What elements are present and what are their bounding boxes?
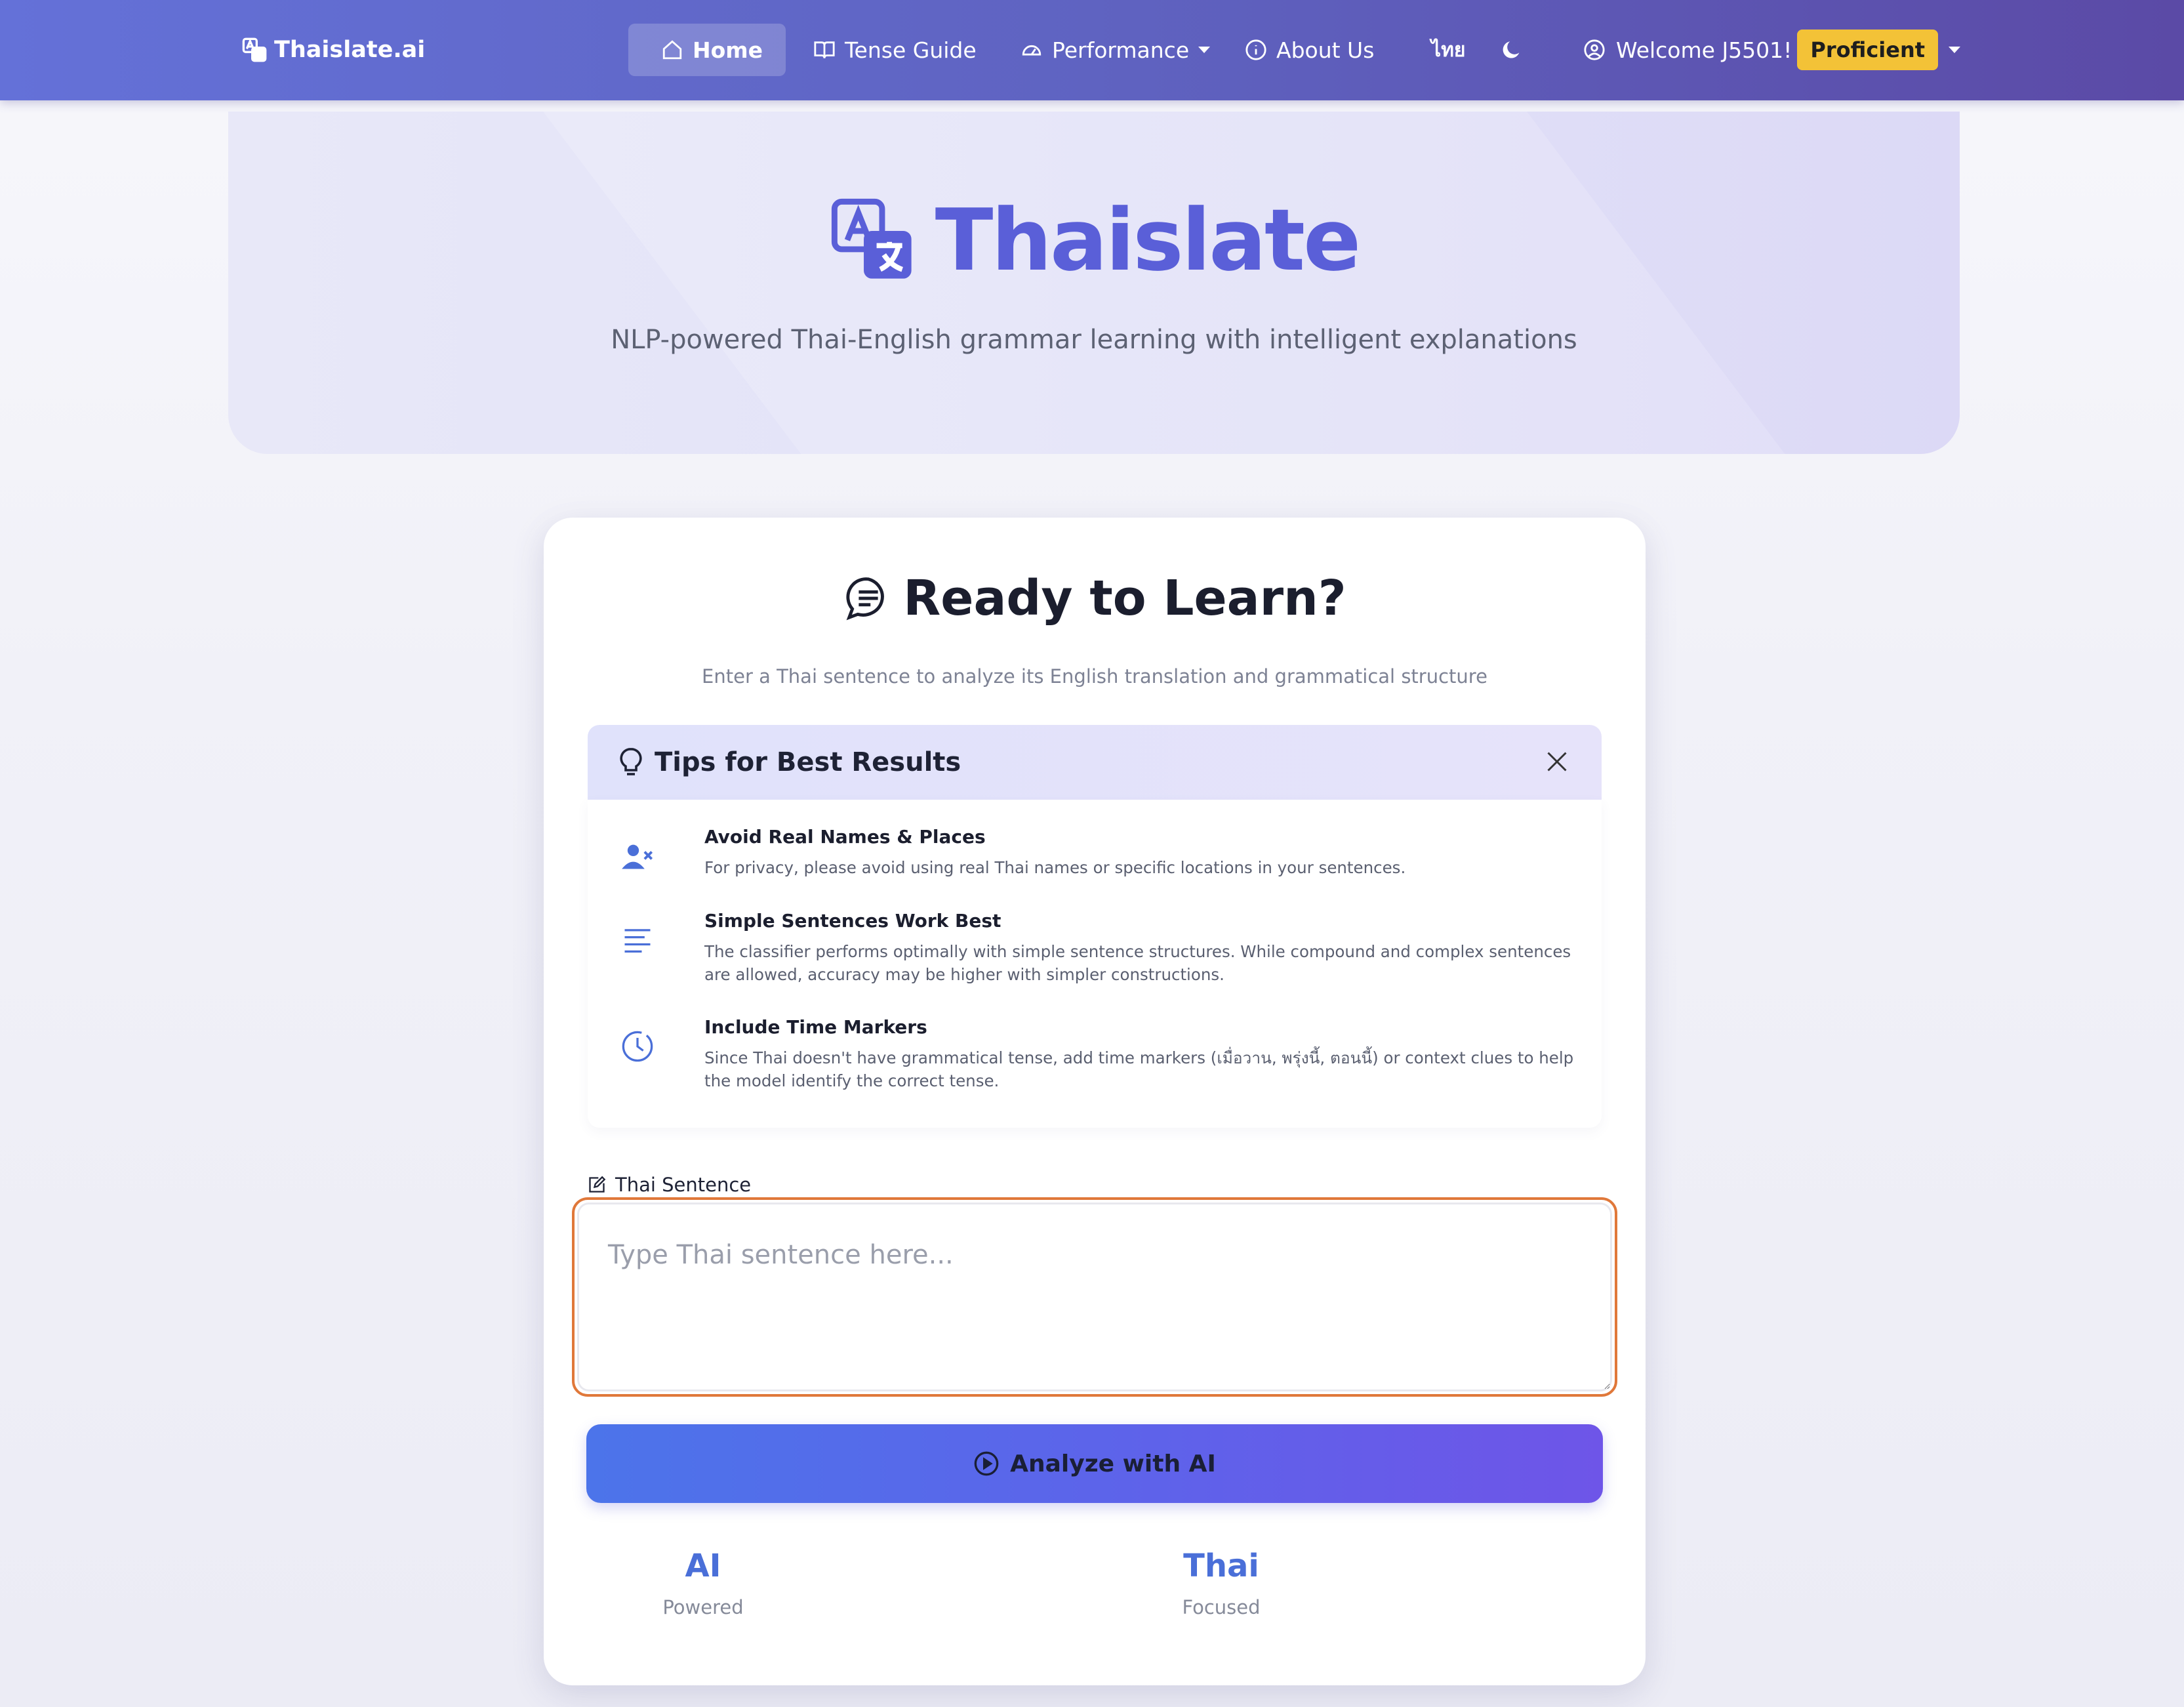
learn-card: Ready to Learn? Enter a Thai sentence to… <box>544 518 1646 1685</box>
tips-header: Tips for Best Results <box>588 725 1602 800</box>
tip-title: Avoid Real Names & Places <box>704 826 986 848</box>
nav-performance[interactable]: Performance <box>1021 24 1211 76</box>
stat-thai-focused: Thai Focused <box>1090 1548 1352 1618</box>
hero-banner: Thaislate NLP-powered Thai-English gramm… <box>228 112 1960 454</box>
brand-name: Thaislate.ai <box>274 37 426 63</box>
info-icon <box>1245 39 1266 60</box>
edit-icon <box>589 1176 606 1193</box>
nav-tense-guide[interactable]: Tense Guide <box>813 24 977 76</box>
stat-caption: Focused <box>1182 1596 1261 1618</box>
nav-performance-label: Performance <box>1052 37 1190 63</box>
card-title-row: Ready to Learn? <box>544 570 1646 627</box>
lightbulb-icon <box>620 748 642 775</box>
hero-title-row: Thaislate <box>228 190 1960 290</box>
language-toggle[interactable]: ไทย <box>1431 24 1465 76</box>
clock-icon <box>622 1031 653 1062</box>
book-icon <box>814 41 835 58</box>
translate-icon <box>242 37 267 62</box>
stat-ai-powered: AI Powered <box>572 1548 834 1618</box>
stat-caption: Powered <box>662 1596 744 1618</box>
close-icon[interactable] <box>1545 750 1569 773</box>
translate-logo-icon <box>831 198 912 279</box>
thai-sentence-input[interactable] <box>577 1203 1612 1391</box>
hero-title: Thaislate <box>935 190 1361 290</box>
tip-text: Since Thai doesn't have grammatical tens… <box>704 1048 1574 1090</box>
tips-heading: Tips for Best Results <box>655 747 961 777</box>
speedometer-icon <box>1022 45 1041 56</box>
tip-text: For privacy, please avoid using real Tha… <box>704 858 1406 877</box>
top-navbar: Thaislate.ai Home Tense Guide Performanc… <box>0 0 2184 100</box>
chat-bubble-icon <box>846 577 885 621</box>
tip-text: The classifier performs optimally with s… <box>704 942 1571 984</box>
tips-list: Avoid Real Names & Places For privacy, p… <box>588 800 1602 1128</box>
stat-value: AI <box>685 1548 721 1584</box>
theme-toggle[interactable] <box>1501 24 1523 76</box>
moon-icon <box>1503 41 1520 58</box>
thai-sentence-label: Thai Sentence <box>588 1174 751 1196</box>
nav-about[interactable]: About Us <box>1245 24 1374 76</box>
analyze-button-label: Analyze with AI <box>1010 1450 1216 1477</box>
user-x-icon <box>622 844 653 869</box>
nav-tense-guide-label: Tense Guide <box>845 37 977 63</box>
thai-sentence-label-text: Thai Sentence <box>615 1174 752 1196</box>
stat-value: Thai <box>1183 1548 1259 1584</box>
home-icon <box>662 40 682 60</box>
card-subtitle: Enter a Thai sentence to analyze its Eng… <box>702 665 1487 688</box>
tip-title: Simple Sentences Work Best <box>704 910 1001 932</box>
sentence-input-focus-ring <box>572 1197 1617 1397</box>
user-menu[interactable]: Welcome J5501! Proficient <box>1583 24 1961 76</box>
card-title: Ready to Learn? <box>903 570 1346 627</box>
nav-home-label: Home <box>693 37 763 63</box>
play-circle-icon <box>974 1451 999 1476</box>
chevron-down-icon <box>1949 47 1961 53</box>
hero-subtitle: NLP-powered Thai-English grammar learnin… <box>611 325 1577 355</box>
tip-title: Include Time Markers <box>704 1016 927 1038</box>
text-lines-icon <box>624 929 651 953</box>
level-badge: Proficient <box>1797 30 1939 70</box>
brand-link[interactable]: Thaislate.ai <box>241 31 425 68</box>
welcome-text: Welcome J5501! <box>1616 37 1792 63</box>
nav-home[interactable]: Home <box>628 24 786 76</box>
user-circle-icon <box>1584 39 1605 60</box>
chevron-down-icon <box>1198 47 1211 53</box>
analyze-button[interactable]: Analyze with AI <box>586 1424 1603 1503</box>
language-label: ไทย <box>1431 38 1466 62</box>
nav-about-label: About Us <box>1276 37 1375 63</box>
